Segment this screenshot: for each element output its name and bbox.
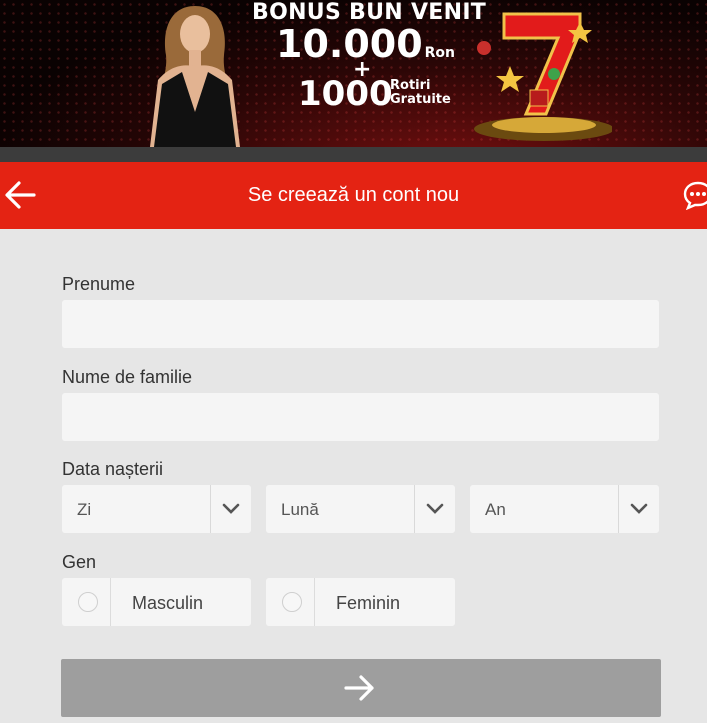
banner-spins: 1000 xyxy=(298,74,393,114)
page-title: Se creează un cont nou xyxy=(247,184,460,206)
last-name-label: Nume de familie xyxy=(62,367,193,387)
banner-spins-word1: Rotiri xyxy=(390,78,431,93)
banner-bottom-stripe xyxy=(0,147,707,162)
chevron-down-icon xyxy=(222,503,240,514)
lucky-seven-icon xyxy=(474,12,612,141)
gender-female-label: Feminin xyxy=(336,593,401,613)
registration-page: BONUS BUN VENIT 10.000 Ron + 1000 Rotiri … xyxy=(0,0,707,723)
banner-spins-word2: Gratuite xyxy=(390,92,451,107)
gender-male-radio[interactable]: Masculin xyxy=(62,578,251,626)
banner-woman-image xyxy=(150,6,240,147)
banner-spins-text: Rotiri Gratuite xyxy=(390,79,451,107)
birth-month-select[interactable]: Lună xyxy=(266,485,455,533)
banner-currency: Ron xyxy=(424,45,456,61)
birth-day-select[interactable]: Zi xyxy=(62,485,251,533)
radio-divider xyxy=(314,578,315,626)
chevron-down-icon xyxy=(630,503,648,514)
select-divider xyxy=(210,485,211,533)
first-name-label: Prenume xyxy=(62,274,136,294)
chat-bubble-icon[interactable] xyxy=(683,180,707,210)
last-name-input[interactable] xyxy=(62,393,659,441)
promo-banner[interactable]: BONUS BUN VENIT 10.000 Ron + 1000 Rotiri … xyxy=(0,0,707,147)
arrow-right-icon xyxy=(344,675,374,701)
select-divider xyxy=(618,485,619,533)
page-header: Se creează un cont nou xyxy=(0,162,707,229)
birth-date-label: Data nașterii xyxy=(62,459,164,479)
gender-female-radio[interactable]: Feminin xyxy=(266,578,455,626)
select-divider xyxy=(414,485,415,533)
first-name-input[interactable] xyxy=(62,300,659,348)
birth-day-value: Zi xyxy=(77,500,92,519)
radio-circle[interactable] xyxy=(282,592,302,612)
birth-year-select[interactable]: An xyxy=(470,485,659,533)
birth-year-value: An xyxy=(485,500,506,519)
gender-male-label: Masculin xyxy=(132,593,204,613)
birth-month-value: Lună xyxy=(281,500,319,519)
banner-amount-value: 10.000 xyxy=(276,22,423,66)
radio-divider xyxy=(110,578,111,626)
radio-circle[interactable] xyxy=(78,592,98,612)
gender-label: Gen xyxy=(62,552,97,572)
submit-button[interactable] xyxy=(61,659,661,717)
chevron-down-icon xyxy=(426,503,444,514)
